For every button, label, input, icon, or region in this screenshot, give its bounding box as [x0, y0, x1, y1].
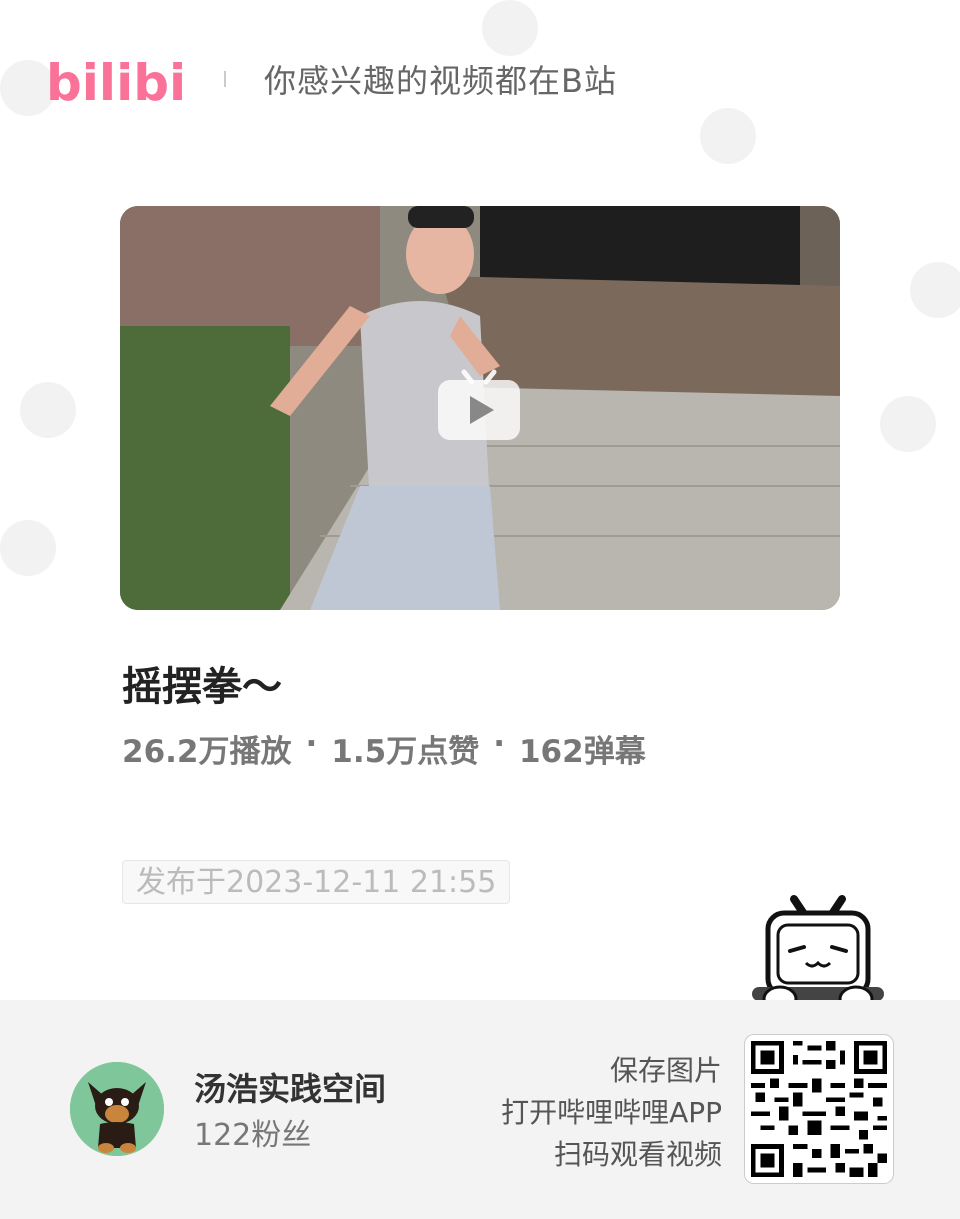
uploader-name[interactable]: 汤浩实践空间 [194, 1064, 386, 1110]
qr-code[interactable] [744, 1034, 894, 1184]
coin-doodle [20, 382, 76, 438]
avatar-dog [70, 1062, 164, 1156]
view-count: 26.2万播放 [122, 734, 292, 770]
tv-mascot-icon [752, 895, 884, 1013]
header-divider [224, 71, 226, 87]
svg-text:bilibili: bilibili [46, 54, 186, 112]
qr-code-image [751, 1041, 887, 1177]
cta-line-save: 保存图片 [609, 1054, 722, 1087]
stat-separator: · [305, 726, 318, 762]
coin-doodle [700, 108, 756, 164]
play-icon[interactable] [436, 362, 522, 442]
fan-count: 122粉丝 [194, 1118, 312, 1153]
app-cta: 保存图片 打开哔哩哔哩APP 扫码观看视频 [501, 1050, 722, 1176]
like-count: 1.5万点赞 [331, 734, 480, 770]
coin-doodle [910, 262, 960, 318]
header: bilibili 你感兴趣的视频都在B站 [46, 44, 617, 114]
stat-separator: · [493, 726, 505, 762]
coin-doodle [880, 396, 936, 452]
coin-doodle [0, 520, 56, 576]
slogan: 你感兴趣的视频都在B站 [264, 62, 617, 100]
bilibili-logo: bilibili [46, 54, 186, 112]
uploader-avatar[interactable] [70, 1062, 164, 1156]
danmaku-count: 162弹幕 [518, 734, 646, 770]
publish-date: 发布于2023-12-11 21:55 [122, 860, 511, 904]
cta-line-open-app: 打开哔哩哔哩APP [501, 1096, 722, 1129]
video-title: 摇摆拳～ [122, 664, 282, 710]
video-stats: 26.2万播放 · 1.5万点赞 · 162弹幕 [122, 726, 646, 771]
cta-line-scan: 扫码观看视频 [553, 1138, 722, 1171]
video-thumbnail[interactable] [120, 206, 840, 610]
